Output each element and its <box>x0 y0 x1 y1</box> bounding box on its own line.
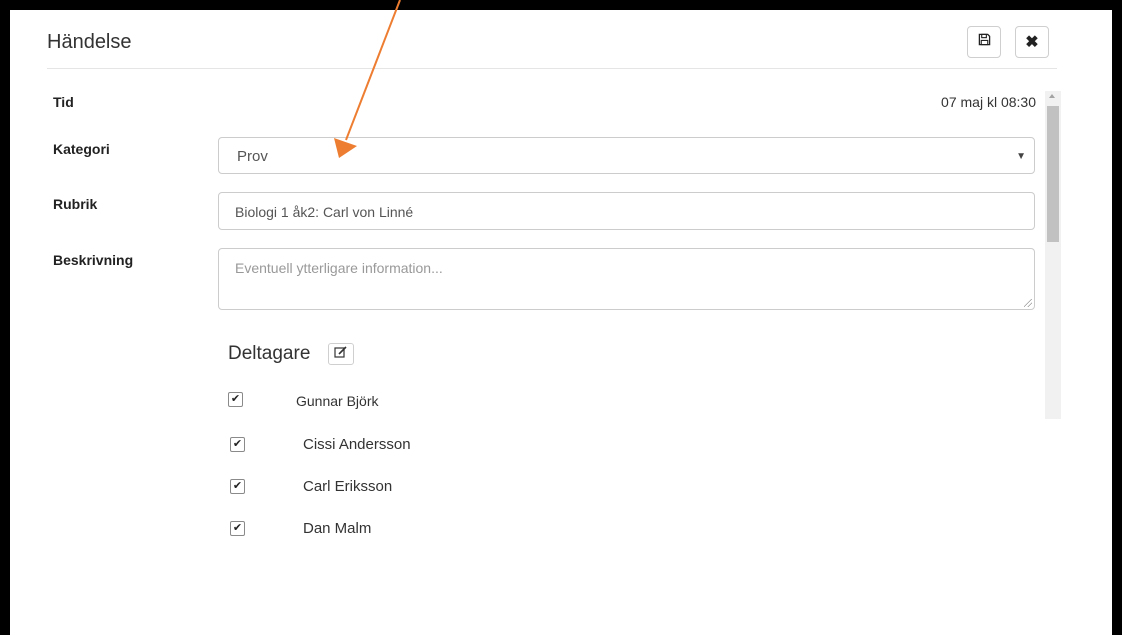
annotation-arrow <box>334 0 401 158</box>
